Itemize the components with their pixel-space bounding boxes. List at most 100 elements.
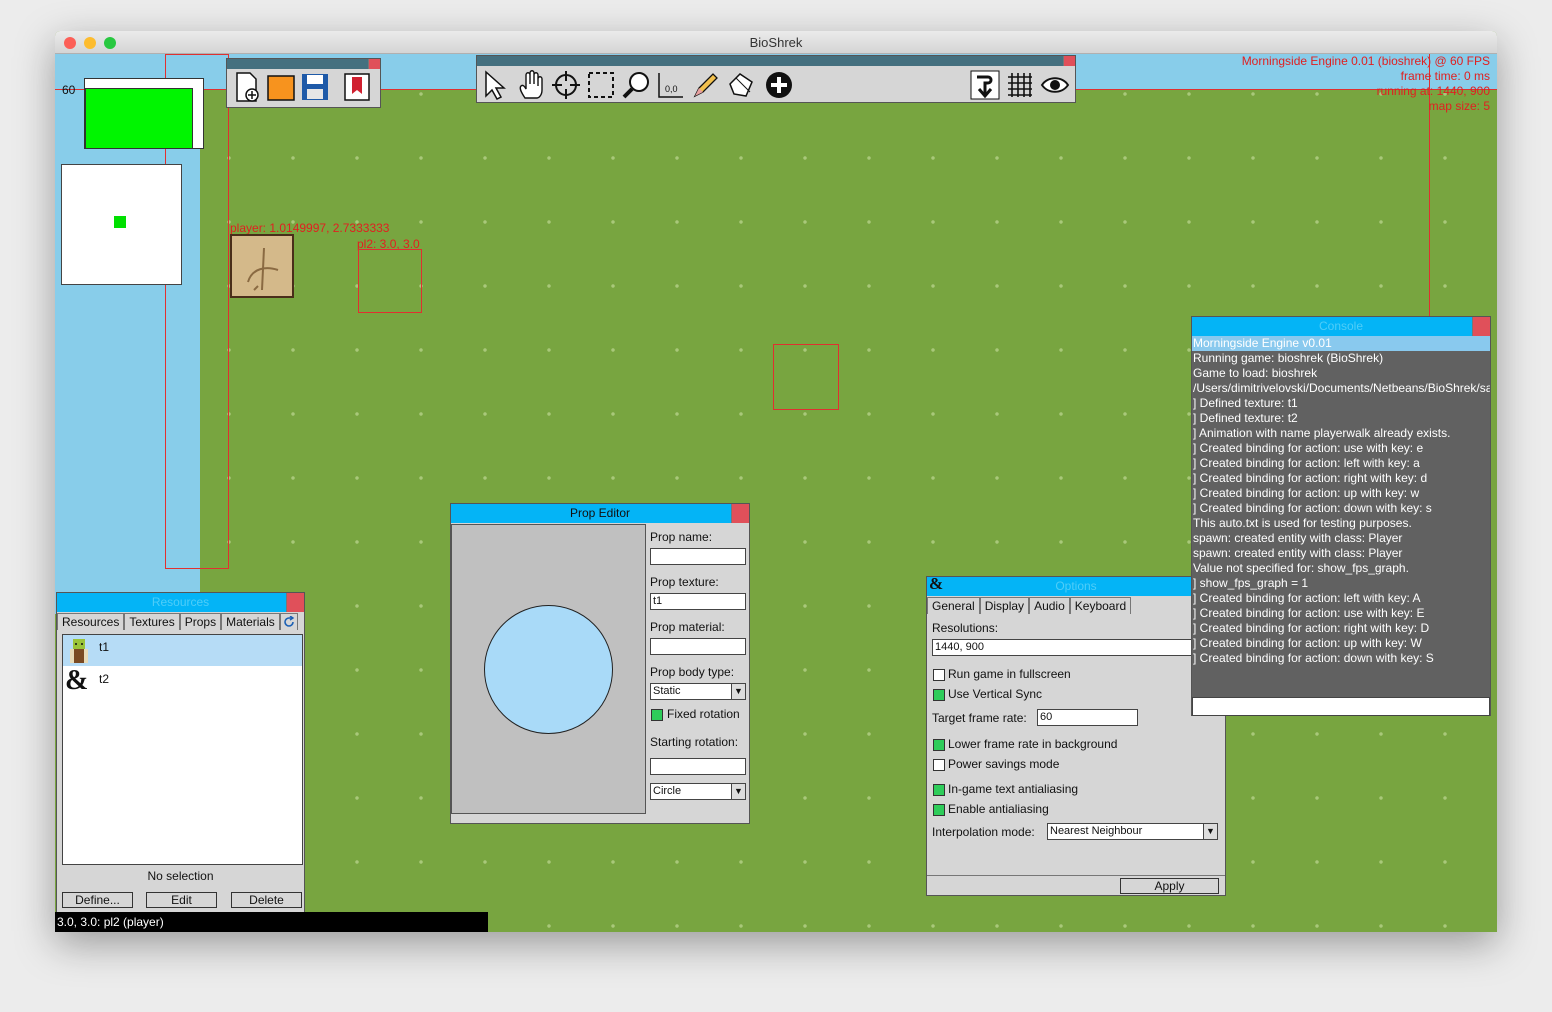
console-line: spawn: created entity with class: Player: [1193, 531, 1403, 545]
resources-title[interactable]: Resources: [57, 593, 304, 612]
text-antialiasing-checkbox[interactable]: [933, 784, 945, 796]
interpolation-value: Nearest Neighbour: [1050, 825, 1143, 837]
options-title[interactable]: & Options: [927, 574, 1225, 596]
refresh-icon[interactable]: [279, 613, 298, 630]
options-panel: & Options General Display Audio Keyboard…: [926, 574, 1226, 896]
console-line: This auto.txt is used for testing purpos…: [1193, 516, 1412, 530]
tab-keyboard[interactable]: Keyboard: [1069, 597, 1132, 614]
tab-general[interactable]: General: [927, 597, 980, 614]
delete-button[interactable]: Delete: [231, 892, 302, 908]
step-down-icon[interactable]: [969, 69, 1001, 101]
eye-icon[interactable]: [1039, 69, 1071, 101]
ampersand-icon: &: [929, 574, 944, 593]
console-close-button[interactable]: [1472, 317, 1490, 336]
define-button[interactable]: Define...: [62, 892, 133, 908]
console-panel: Console Morningside Engine v0.01 Running…: [1191, 316, 1491, 716]
prop-name-input[interactable]: [650, 548, 746, 565]
fullscreen-checkbox[interactable]: [933, 669, 945, 681]
list-item-label: t1: [99, 640, 110, 654]
console-line: ] Created binding for action: left with …: [1193, 591, 1421, 605]
resolutions-input[interactable]: 1440, 900: [932, 639, 1222, 656]
apply-button[interactable]: Apply: [1120, 878, 1219, 894]
resources-close-button[interactable]: [286, 593, 304, 612]
health-bar-frame: [84, 78, 204, 149]
hand-icon[interactable]: [515, 69, 547, 101]
tab-props[interactable]: Props: [179, 613, 222, 630]
console-title[interactable]: Console: [1192, 317, 1490, 336]
shape-select[interactable]: Circle ▼: [650, 783, 746, 800]
power-saving-label: Power savings mode: [948, 757, 1060, 771]
tools-toolbar-drag-handle[interactable]: [477, 56, 1075, 66]
prop-editor-close-button[interactable]: [731, 504, 749, 523]
prop-name-label: Prop name:: [650, 530, 713, 544]
crosshair-icon[interactable]: [550, 69, 582, 101]
list-item[interactable]: t1: [63, 635, 302, 666]
prop-editor-title[interactable]: Prop Editor: [451, 504, 749, 523]
vsync-checkbox[interactable]: [933, 689, 945, 701]
pointer-icon[interactable]: [480, 69, 512, 101]
grid-icon[interactable]: [1004, 69, 1036, 101]
pencil-icon[interactable]: [690, 69, 722, 101]
antialiasing-checkbox[interactable]: [933, 804, 945, 816]
marquee-select-icon[interactable]: [585, 69, 617, 101]
console-line: ] Defined texture: t1: [1193, 396, 1298, 410]
file-toolbar-drag-handle[interactable]: [227, 59, 380, 69]
tab-display[interactable]: Display: [979, 597, 1030, 614]
pl2-entity[interactable]: [358, 249, 422, 313]
minimize-window-button[interactable]: [84, 37, 96, 49]
prop-material-label: Prop material:: [650, 620, 725, 634]
power-saving-checkbox[interactable]: [933, 759, 945, 771]
polygon-icon[interactable]: [725, 69, 757, 101]
edit-button[interactable]: Edit: [146, 892, 217, 908]
console-line: ] Animation with name playerwalk already…: [1193, 426, 1451, 440]
prop-circle-shape[interactable]: [484, 605, 613, 734]
list-item[interactable]: & t2: [63, 665, 302, 698]
tools-toolbar-close-button[interactable]: [1063, 56, 1075, 66]
new-file-icon[interactable]: [231, 71, 263, 103]
bookmark-icon[interactable]: [341, 71, 373, 103]
window-title: BioShrek: [749, 35, 803, 50]
interpolation-select[interactable]: Nearest Neighbour ▼: [1047, 823, 1218, 840]
add-icon[interactable]: [763, 69, 795, 101]
chevron-down-icon[interactable]: ▼: [731, 784, 745, 799]
save-icon[interactable]: [299, 71, 331, 103]
title-bar: BioShrek: [55, 31, 1497, 54]
prop-texture-input[interactable]: t1: [650, 593, 746, 610]
tab-textures[interactable]: Textures: [124, 613, 180, 630]
file-toolbar: [226, 58, 381, 108]
selection-box[interactable]: [773, 344, 839, 410]
prop-material-input[interactable]: [650, 638, 746, 655]
starting-rotation-input[interactable]: [650, 758, 746, 775]
shrek-thumbnail-icon: [65, 637, 93, 665]
console-line: Game to load: bioshrek: [1193, 366, 1318, 380]
game-viewport[interactable]: 60 player: 1.0149997, 2.7333333 pl2: 3.0…: [55, 54, 1497, 932]
stats-fps: Morningside Engine 0.01 (bioshrek) @ 60 …: [1241, 54, 1490, 68]
chevron-down-icon[interactable]: ▼: [731, 684, 745, 699]
player-entity[interactable]: [230, 234, 294, 298]
target-fps-input[interactable]: 60: [1037, 709, 1138, 726]
console-input[interactable]: [1192, 697, 1490, 716]
tab-resources[interactable]: Resources: [57, 613, 125, 630]
target-fps-label: Target frame rate:: [932, 711, 1027, 725]
minimap[interactable]: [61, 164, 182, 285]
coordinates-icon[interactable]: 0,0: [655, 69, 687, 101]
console-line: Running game: bioshrek (BioShrek): [1193, 351, 1384, 365]
close-window-button[interactable]: [64, 37, 76, 49]
interpolation-label: Interpolation mode:: [932, 825, 1035, 839]
player-sprite-icon: [247, 247, 279, 291]
open-folder-icon[interactable]: [265, 71, 297, 103]
console-line: ] Created binding for action: down with …: [1193, 651, 1434, 665]
body-type-select[interactable]: Static ▼: [650, 683, 746, 700]
tab-materials[interactable]: Materials: [221, 613, 280, 630]
ampersand-icon: &: [65, 665, 89, 696]
console-line: ] Created binding for action: down with …: [1193, 501, 1432, 515]
lower-fps-checkbox[interactable]: [933, 739, 945, 751]
chevron-down-icon[interactable]: ▼: [1203, 824, 1217, 839]
console-line: ] Created binding for action: left with …: [1193, 456, 1420, 470]
player-label: player: 1.0149997, 2.7333333: [230, 221, 390, 235]
zoom-window-button[interactable]: [104, 37, 116, 49]
fixed-rotation-checkbox[interactable]: [651, 709, 663, 721]
zoom-icon[interactable]: [620, 69, 652, 101]
file-toolbar-close-button[interactable]: [368, 59, 380, 69]
tab-audio[interactable]: Audio: [1029, 597, 1070, 614]
